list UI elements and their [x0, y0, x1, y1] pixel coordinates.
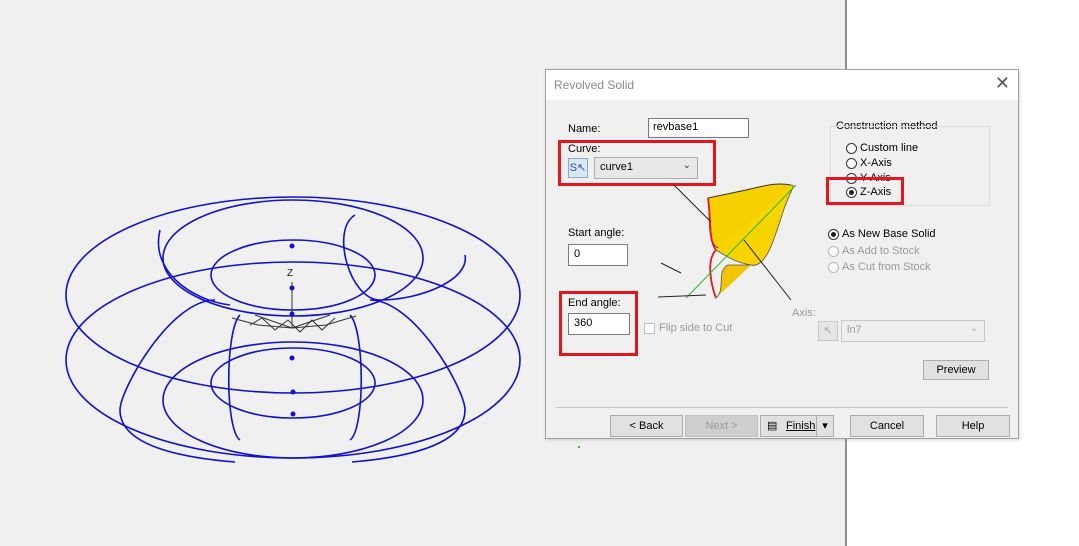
name-label: Name:	[568, 123, 601, 135]
radio-cut-from-stock[interactable]: As Cut from Stock	[828, 261, 931, 273]
help-button[interactable]: Help	[936, 415, 1010, 437]
radio-add-to-stock-label: As Add to Stock	[842, 245, 920, 257]
radio-z-axis-label: Z-Axis	[860, 186, 892, 198]
next-button[interactable]: Next >	[685, 415, 758, 437]
radio-new-base-solid[interactable]: As New Base Solid	[828, 228, 936, 240]
axis-label: Axis:	[792, 307, 816, 319]
finish-icon: ▤	[767, 420, 778, 432]
radio-z-axis[interactable]: Z-Axis	[846, 186, 891, 198]
axis-pick-icon[interactable]: ↖	[818, 321, 838, 341]
dialog-titlebar: Revolved Solid ✕	[546, 70, 1018, 100]
radio-dot	[828, 245, 839, 257]
radio-add-to-stock[interactable]: As Add to Stock	[828, 245, 920, 257]
finish-dropdown-icon[interactable]: ▾	[816, 416, 833, 436]
curve-select-value: curve1	[600, 161, 634, 173]
radio-cut-from-stock-label: As Cut from Stock	[842, 261, 931, 273]
radio-custom-line-label: Custom line	[860, 142, 919, 154]
radio-dot-selected	[846, 186, 857, 198]
name-input[interactable]: revbase1	[648, 118, 749, 138]
start-angle-label: Start angle:	[568, 227, 625, 239]
flip-side-checkbox[interactable]: Flip side to Cut	[644, 322, 732, 334]
chevron-down-icon: ⌄	[969, 323, 978, 334]
radio-custom-line[interactable]: Custom line	[846, 142, 918, 154]
curve-label: Curve:	[568, 143, 601, 155]
start-angle-input[interactable]: 0	[568, 244, 628, 266]
revolve-illustration	[657, 183, 797, 301]
z-axis-label: Z	[287, 268, 293, 279]
curve-pick-icon[interactable]: S↖	[568, 158, 588, 178]
finish-label: Finish	[786, 420, 816, 432]
radio-x-axis-label: X-Axis	[860, 157, 892, 169]
end-angle-input[interactable]: 360	[568, 313, 630, 335]
finish-button[interactable]: ▤ Finish ▾	[760, 415, 834, 437]
radio-dot-selected	[828, 228, 839, 240]
radio-x-axis[interactable]: X-Axis	[846, 157, 892, 169]
radio-dot	[846, 142, 857, 154]
close-icon[interactable]: ✕	[995, 73, 1010, 94]
dialog-title: Revolved Solid	[554, 78, 635, 92]
flip-side-checkbox-box	[644, 322, 655, 334]
axis-select-value: ln7	[847, 324, 862, 336]
flip-side-label: Flip side to Cut	[659, 322, 733, 334]
cancel-button[interactable]: Cancel	[850, 415, 924, 437]
radio-dot	[846, 157, 857, 169]
radio-new-base-solid-label: As New Base Solid	[842, 228, 936, 240]
preview-button[interactable]: Preview	[923, 360, 989, 380]
revolved-solid-dialog: Revolved Solid ✕ Name: revbase1 Curve: S…	[545, 69, 1019, 439]
end-angle-label: End angle:	[568, 297, 621, 309]
radio-dot	[828, 261, 839, 273]
dialog-separator	[556, 407, 1008, 408]
axis-select[interactable]: ln7 ⌄	[841, 320, 985, 342]
back-button[interactable]: < Back	[610, 415, 683, 437]
